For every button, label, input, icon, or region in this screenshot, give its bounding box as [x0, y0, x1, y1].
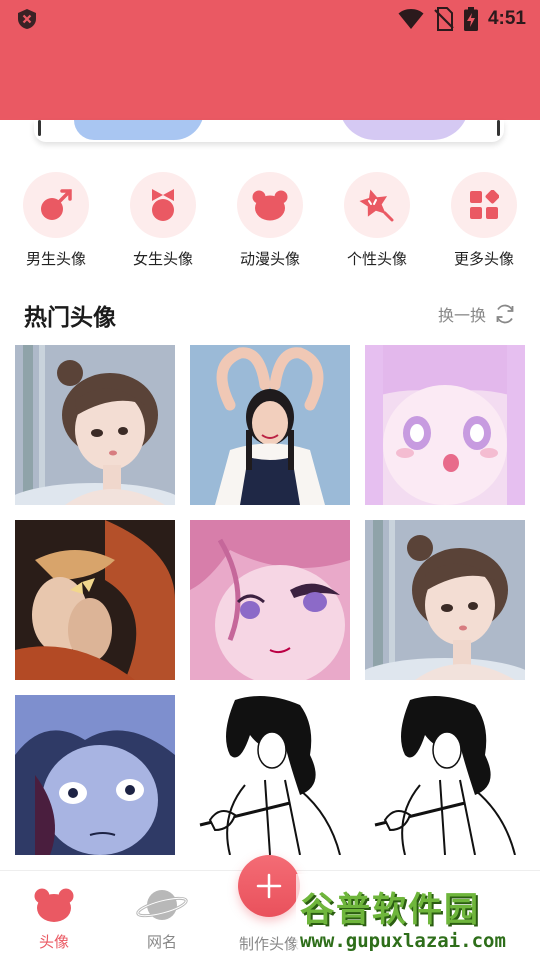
- avatar-tile[interactable]: [365, 520, 525, 680]
- wifi-icon: [398, 9, 424, 29]
- make-avatar-button[interactable]: [238, 855, 300, 917]
- category-row: 男生头像 女生头像 动漫头像 个性头像 更多头像: [0, 172, 540, 272]
- hot-avatars-title: 热门头像: [24, 305, 116, 331]
- category-female[interactable]: 女生头像: [123, 172, 203, 272]
- female-bow-icon: [152, 189, 174, 221]
- banner-carousel[interactable]: [34, 120, 504, 142]
- category-label: 男生头像: [25, 250, 86, 268]
- shield-icon: [18, 9, 36, 29]
- male-symbol-icon: [41, 189, 72, 220]
- bear-head-icon: [34, 888, 74, 922]
- bear-head-icon: [252, 190, 288, 221]
- avatar-grid: [15, 345, 525, 855]
- tab-avatar[interactable]: 头像: [9, 887, 99, 952]
- category-personality[interactable]: 个性头像: [337, 172, 417, 272]
- watermark-logo: 谷普软件园 www.gupuxlazai.com: [296, 874, 540, 960]
- plus-icon: [256, 873, 282, 899]
- refresh-icon: [496, 304, 514, 324]
- refresh-label: 换一换: [437, 306, 486, 325]
- refresh-button[interactable]: 换一换: [438, 302, 516, 326]
- category-label: 女生头像: [132, 250, 193, 268]
- avatar-tile[interactable]: [190, 345, 350, 505]
- category-more[interactable]: 更多头像: [444, 172, 524, 272]
- more-grid-icon: [470, 190, 499, 219]
- no-sim-icon: [434, 7, 454, 31]
- watermark-url: www.gupuxlazai.com: [300, 930, 506, 952]
- tab-label: 头像: [38, 933, 69, 951]
- avatar-tile[interactable]: [15, 345, 175, 505]
- planet-icon: [136, 890, 188, 920]
- avatar-tile[interactable]: [365, 345, 525, 505]
- category-label: 更多头像: [453, 250, 514, 268]
- tab-label: 网名: [146, 933, 177, 951]
- avatar-tile[interactable]: [15, 520, 175, 680]
- avatar-tile[interactable]: [15, 695, 175, 855]
- star-icon: [359, 189, 394, 222]
- avatar-tile[interactable]: [190, 695, 350, 855]
- category-label: 动漫头像: [239, 250, 300, 268]
- avatar-tile[interactable]: [190, 520, 350, 680]
- tab-nickname[interactable]: 网名: [117, 887, 207, 952]
- status-time: 4:51: [487, 8, 526, 29]
- tab-label: 制作头像: [238, 935, 299, 953]
- category-label: 个性头像: [346, 250, 407, 268]
- battery-charging-icon: [463, 7, 478, 31]
- avatar-tile[interactable]: [365, 695, 525, 855]
- category-male[interactable]: 男生头像: [16, 172, 96, 272]
- watermark-title: 谷普软件园: [300, 890, 480, 930]
- status-bar: 4:51: [0, 0, 540, 120]
- category-anime[interactable]: 动漫头像: [230, 172, 310, 272]
